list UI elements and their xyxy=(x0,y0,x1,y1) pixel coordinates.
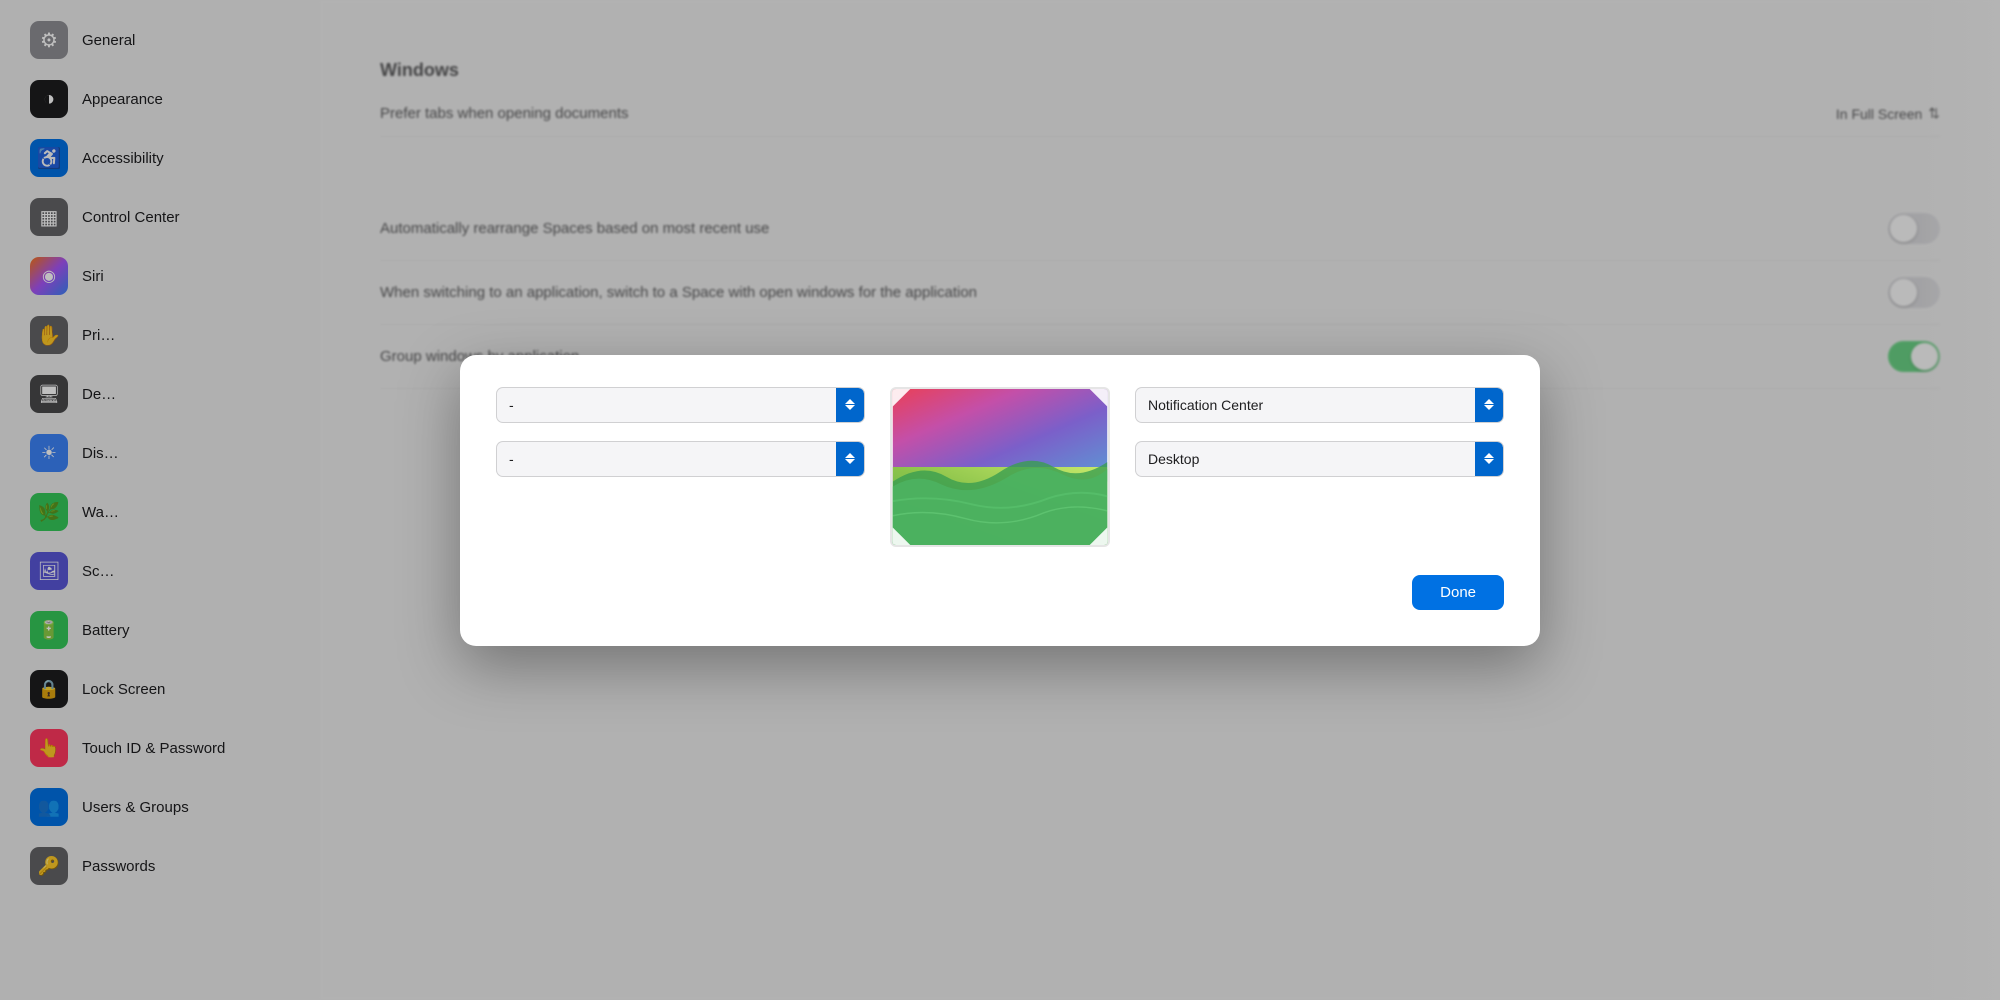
modal-body: - - xyxy=(496,387,1504,547)
stepper-up-icon-3 xyxy=(1484,399,1494,404)
stepper-up-icon xyxy=(845,399,855,404)
done-button[interactable]: Done xyxy=(1412,575,1504,610)
stepper-down-icon-2 xyxy=(845,459,855,464)
stepper-down-icon-3 xyxy=(1484,405,1494,410)
dropdown-left-1-value: - xyxy=(497,397,836,413)
stepper-down-icon xyxy=(845,405,855,410)
wallpaper-svg xyxy=(892,389,1108,545)
dropdown-left-2-stepper[interactable] xyxy=(836,442,864,476)
stepper-up-icon-2 xyxy=(845,453,855,458)
modal-left-column: - - xyxy=(496,387,865,547)
dropdown-left-1[interactable]: - xyxy=(496,387,865,423)
modal-center-column xyxy=(885,387,1115,547)
modal-overlay: - - xyxy=(0,0,2000,1000)
stepper-up-icon-4 xyxy=(1484,453,1494,458)
dropdown-right-1[interactable]: Notification Center xyxy=(1135,387,1504,423)
dropdown-right-2-value: Desktop xyxy=(1136,451,1475,467)
dropdown-right-2-stepper[interactable] xyxy=(1475,442,1503,476)
dropdown-right-1-value: Notification Center xyxy=(1136,397,1475,413)
dropdown-left-2-value: - xyxy=(497,451,836,467)
wallpaper-thumbnail xyxy=(890,387,1110,547)
dropdown-right-2[interactable]: Desktop xyxy=(1135,441,1504,477)
stepper-down-icon-4 xyxy=(1484,459,1494,464)
modal-right-column: Notification Center Desktop xyxy=(1135,387,1504,547)
modal-dialog: - - xyxy=(460,355,1540,646)
dropdown-left-2[interactable]: - xyxy=(496,441,865,477)
dropdown-right-1-stepper[interactable] xyxy=(1475,388,1503,422)
dropdown-left-1-stepper[interactable] xyxy=(836,388,864,422)
